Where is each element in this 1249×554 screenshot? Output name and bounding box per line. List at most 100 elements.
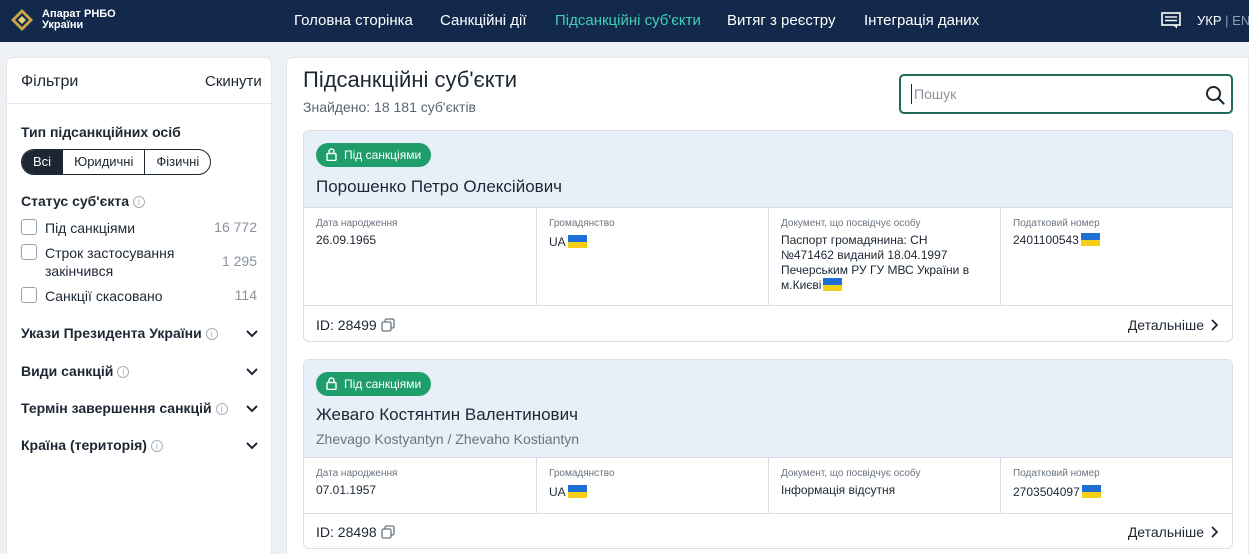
nav-home[interactable]: Головна сторінка bbox=[294, 12, 413, 29]
tax-number-value: 2401100543 bbox=[1013, 233, 1079, 247]
accordion-country[interactable]: Країна (територія) i bbox=[21, 437, 259, 459]
status-badge: Під санкціями bbox=[316, 143, 432, 167]
reset-filters-button[interactable]: Скинути bbox=[205, 73, 262, 90]
document-label: Документ, що посвідчує особу bbox=[781, 218, 921, 229]
accordion-decrees[interactable]: Укази Президента України i bbox=[21, 325, 259, 347]
lock-icon bbox=[326, 377, 337, 390]
accordion-title: Країна (територія) i bbox=[21, 437, 163, 453]
filters-sidebar: Фільтри Скинути Тип підсанкційних осіб В… bbox=[6, 57, 272, 554]
status-count: 16 772 bbox=[214, 219, 257, 235]
search-input[interactable] bbox=[911, 84, 1191, 104]
document-value: Паспорт громадянина: СН №471462 виданий … bbox=[781, 233, 970, 292]
copy-icon[interactable] bbox=[381, 525, 395, 539]
details-link[interactable]: Детальніше bbox=[1127, 524, 1219, 540]
info-icon[interactable]: i bbox=[215, 403, 228, 415]
info-icon[interactable]: i bbox=[205, 328, 218, 340]
language-switcher: УКР | ENG bbox=[1197, 13, 1249, 28]
accordion-end-date[interactable]: Термін завершення санкцій i bbox=[21, 400, 259, 422]
filters-title: Фільтри bbox=[21, 73, 79, 90]
subject-card: Під санкціями Порошенко Петро Олексійови… bbox=[303, 130, 1233, 342]
lang-ukr[interactable]: УКР bbox=[1197, 13, 1222, 28]
page-title: Підсанкційні суб'єкти bbox=[303, 67, 517, 92]
tax-number-label: Податковий номер bbox=[1013, 468, 1100, 479]
results-count: Знайдено: 18 181 суб'єктів bbox=[303, 99, 476, 115]
status-badge-label: Під санкціями bbox=[344, 148, 422, 162]
filters-header: Фільтри Скинути bbox=[7, 58, 271, 104]
subject-id-text: ID: 28499 bbox=[316, 317, 377, 333]
info-icon[interactable]: i bbox=[117, 366, 130, 378]
card-footer: ID: 28499 Детальніше bbox=[304, 307, 1232, 341]
citizenship-value: UA bbox=[549, 485, 566, 499]
details-label: Детальніше bbox=[1127, 317, 1204, 333]
nav-registry-extract[interactable]: Витяг з реєстру bbox=[727, 12, 835, 29]
status-label: Під санкціями bbox=[45, 220, 136, 236]
brand-title[interactable]: Апарат РНБО України bbox=[42, 9, 116, 31]
birth-date-label: Дата народження bbox=[316, 468, 398, 479]
birth-date-cell: Дата народження 07.01.1957 bbox=[304, 458, 537, 513]
subject-name[interactable]: Порошенко Петро Олексійович bbox=[316, 177, 562, 197]
info-icon[interactable]: i bbox=[133, 196, 146, 208]
tax-number-label: Податковий номер bbox=[1013, 218, 1100, 229]
status-label: Санкції скасовано bbox=[45, 288, 163, 304]
citizenship-value: UA bbox=[549, 235, 566, 249]
copy-icon[interactable] bbox=[381, 318, 395, 332]
nav-sanctioned-subjects[interactable]: Підсанкційні суб'єкти bbox=[555, 12, 701, 29]
checkbox[interactable] bbox=[21, 219, 37, 235]
type-option-individual[interactable]: Фізичні bbox=[144, 150, 210, 174]
lang-separator: | bbox=[1225, 13, 1229, 28]
checkbox[interactable] bbox=[21, 244, 37, 260]
chevron-down-icon[interactable] bbox=[245, 365, 259, 379]
accordion-title: Види санкцій i bbox=[21, 363, 130, 379]
rnbo-logo-icon[interactable] bbox=[10, 8, 34, 32]
details-label: Детальніше bbox=[1127, 524, 1204, 540]
brand-line-2: України bbox=[42, 19, 84, 31]
tax-number-cell: Податковий номер 2401100543 bbox=[1001, 208, 1232, 305]
card-header: Під санкціями Порошенко Петро Олексійови… bbox=[304, 131, 1232, 208]
tax-number-cell: Податковий номер 2703504097 bbox=[1001, 458, 1232, 513]
card-details-row: Дата народження 26.09.1965 Громадянство … bbox=[304, 208, 1232, 306]
details-link[interactable]: Детальніше bbox=[1127, 317, 1219, 333]
type-option-all[interactable]: Всі bbox=[22, 150, 63, 174]
subject-card: Під санкціями Жеваго Костянтин Валентино… bbox=[303, 359, 1233, 549]
ukraine-flag-icon bbox=[567, 235, 587, 248]
chevron-down-icon[interactable] bbox=[245, 402, 259, 416]
status-title: Статус суб'єкта i bbox=[21, 193, 146, 209]
ukraine-flag-icon bbox=[1080, 233, 1100, 246]
citizenship-cell: Громадянство UA bbox=[537, 458, 769, 513]
ukraine-flag-icon bbox=[1081, 485, 1101, 498]
accordion-label: Країна (територія) bbox=[21, 437, 147, 453]
ukraine-flag-icon bbox=[823, 278, 843, 291]
person-type-title: Тип підсанкційних осіб bbox=[21, 124, 181, 140]
citizenship-label: Громадянство bbox=[549, 218, 615, 229]
lock-icon bbox=[326, 148, 337, 161]
type-option-legal[interactable]: Юридичні bbox=[62, 150, 144, 174]
nav-data-integration[interactable]: Інтеграція даних bbox=[864, 12, 979, 29]
search-box[interactable] bbox=[899, 74, 1233, 114]
birth-date-value: 07.01.1957 bbox=[316, 483, 377, 497]
chevron-down-icon[interactable] bbox=[245, 327, 259, 341]
checkbox[interactable] bbox=[21, 287, 37, 303]
tax-number-value: 2703504097 bbox=[1013, 485, 1080, 499]
nav-sanction-actions[interactable]: Санкційні дії bbox=[440, 12, 527, 29]
card-header: Під санкціями Жеваго Костянтин Валентино… bbox=[304, 360, 1232, 458]
top-navigation-bar: Апарат РНБО України Головна сторінка Сан… bbox=[0, 0, 1249, 42]
subject-id: ID: 28498 bbox=[316, 524, 395, 540]
status-count: 1 295 bbox=[221, 253, 257, 269]
ukraine-flag-icon bbox=[567, 485, 587, 498]
birth-date-cell: Дата народження 26.09.1965 bbox=[304, 208, 537, 305]
chevron-down-icon[interactable] bbox=[245, 439, 259, 453]
info-icon[interactable]: i bbox=[150, 440, 163, 452]
search-icon[interactable] bbox=[1205, 85, 1225, 105]
subject-name[interactable]: Жеваго Костянтин Валентинович bbox=[316, 405, 578, 425]
citizenship-label: Громадянство bbox=[549, 468, 615, 479]
document-value: Інформація відсутня bbox=[781, 483, 896, 497]
messages-icon[interactable] bbox=[1161, 12, 1181, 29]
accordion-title: Термін завершення санкцій i bbox=[21, 400, 228, 416]
status-label: Строк застосування закінчився bbox=[45, 245, 175, 279]
lang-eng[interactable]: ENG bbox=[1232, 13, 1249, 28]
accordion-title: Укази Президента України i bbox=[21, 325, 218, 341]
accordion-sanction-types[interactable]: Види санкцій i bbox=[21, 363, 259, 385]
subject-id-text: ID: 28498 bbox=[316, 524, 377, 540]
document-cell: Документ, що посвідчує особу Інформація … bbox=[769, 458, 1001, 513]
accordion-label: Види санкцій bbox=[21, 363, 114, 379]
